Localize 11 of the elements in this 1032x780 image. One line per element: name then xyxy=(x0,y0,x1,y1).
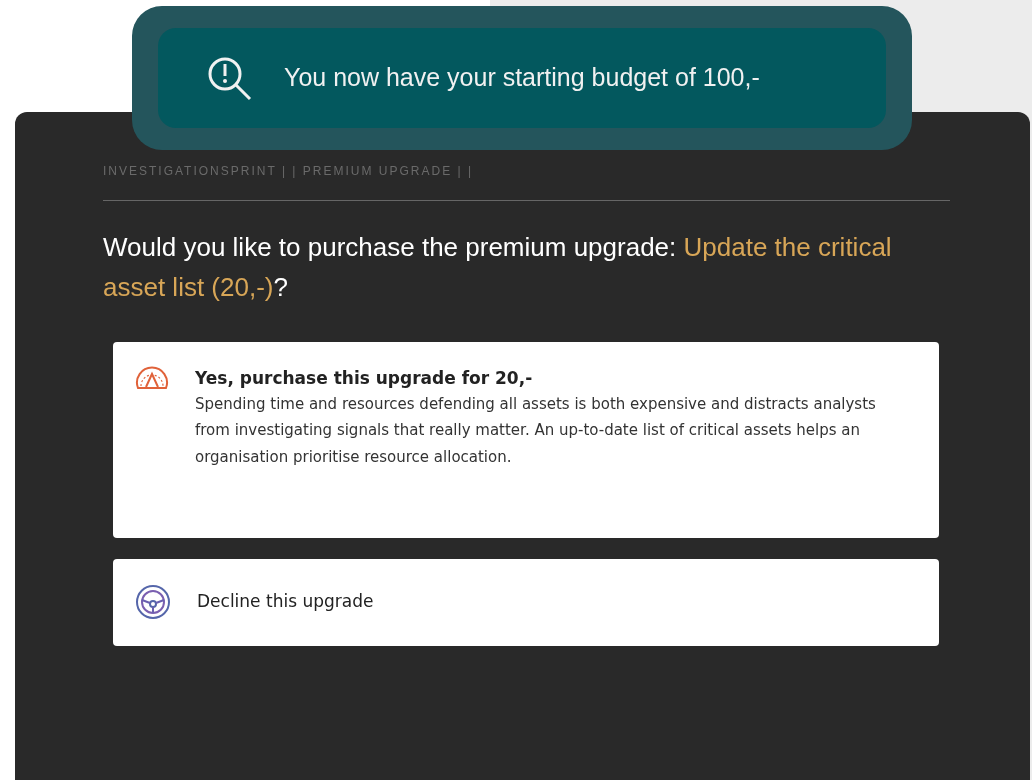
decline-option[interactable]: Decline this upgrade xyxy=(113,558,939,646)
option-description: Spending time and resources defending all assets is both expensive and distracts analysts from investigating signals that really matter. An up-to-date list of critical assets helps an organisation prioritise resource allocation. xyxy=(195,394,877,468)
purchase-option[interactable] xyxy=(113,341,939,538)
steering-wheel-icon xyxy=(135,584,171,621)
option-title: Yes, purchase this upgrade for 20,- xyxy=(195,366,534,390)
option-title: Decline this upgrade xyxy=(197,590,374,614)
question-text: Would you like to purchase the premium upgrade: Update the critical asset list (20,-)? xyxy=(103,231,893,305)
toast-message: You now have your starting budget of 100,- xyxy=(284,62,760,94)
alert-search-icon xyxy=(206,55,254,101)
breadcrumb: INVESTIGATIONSPRINT | | PREMIUM UPGRADE | | xyxy=(103,162,950,201)
gauge-icon xyxy=(135,365,169,390)
